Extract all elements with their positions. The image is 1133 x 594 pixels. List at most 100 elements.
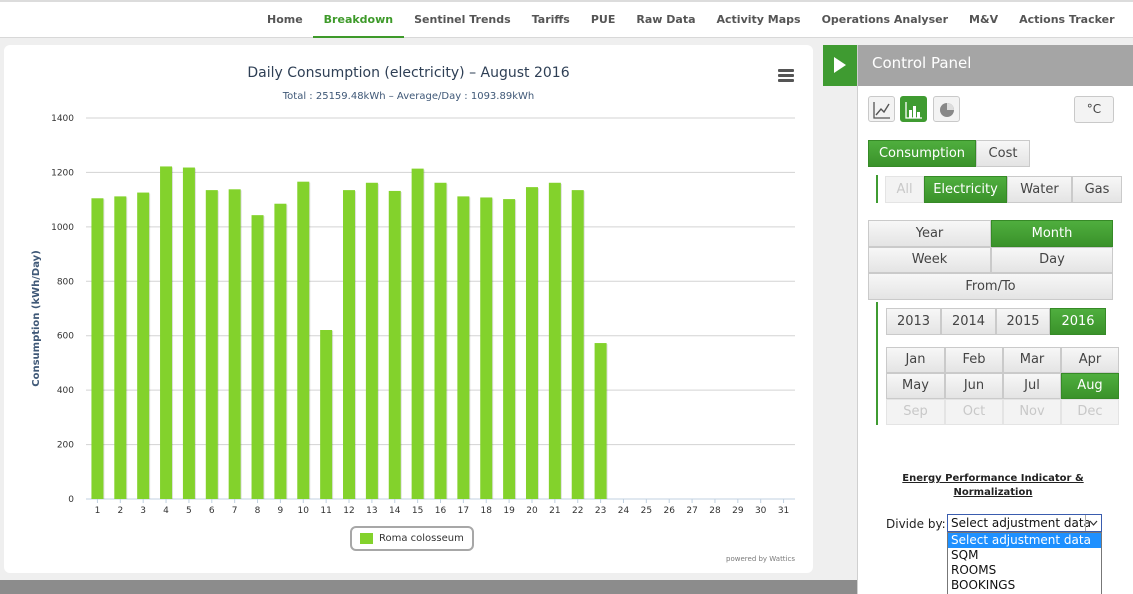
y-tick-label: 0 <box>68 495 74 505</box>
nav-pue[interactable]: PUE <box>580 5 626 38</box>
x-tick-label: 24 <box>618 506 630 516</box>
epi-title[interactable]: Energy Performance Indicator & Normaliza… <box>898 472 1088 500</box>
tab-gas[interactable]: Gas <box>1072 176 1122 203</box>
bar <box>594 343 607 499</box>
x-tick-label: 22 <box>572 506 583 516</box>
nav-activity-maps[interactable]: Activity Maps <box>706 5 811 38</box>
x-tick-label: 16 <box>435 506 447 516</box>
play-icon <box>834 57 846 73</box>
x-tick-label: 17 <box>458 506 469 516</box>
bar-chart-button[interactable] <box>900 96 927 122</box>
month-jun-button[interactable]: Jun <box>945 373 1003 399</box>
utility-indicator-line <box>876 175 878 203</box>
y-axis-title: Consumption (kWh/Day) <box>31 250 42 387</box>
bar <box>160 166 173 499</box>
adjustment-dropdown: Select adjustment data SQM ROOMS BOOKING… <box>947 532 1102 594</box>
period-day-button[interactable]: Day <box>991 247 1113 273</box>
tab-electricity[interactable]: Electricity <box>924 176 1007 203</box>
main-nav: Home Breakdown Sentinel Trends Tariffs P… <box>256 5 1125 38</box>
nav-home[interactable]: Home <box>256 5 313 38</box>
tab-water[interactable]: Water <box>1007 176 1072 203</box>
x-tick-label: 25 <box>641 506 652 516</box>
dropdown-option[interactable]: Select adjustment data <box>948 533 1101 548</box>
legend-label: Roma colosseum <box>379 533 464 544</box>
chart-title: Daily Consumption (electricity) – August… <box>247 65 570 81</box>
period-year-button[interactable]: Year <box>868 220 991 247</box>
bar <box>571 190 584 499</box>
year-2013-button[interactable]: 2013 <box>886 308 941 335</box>
chevron-down-icon[interactable] <box>1085 515 1101 531</box>
bar <box>137 192 150 499</box>
x-tick-label: 30 <box>755 506 767 516</box>
bar-chart-icon <box>905 102 922 119</box>
month-may-button[interactable]: May <box>886 373 945 399</box>
x-tick-label: 2 <box>117 506 123 516</box>
adjustment-data-select[interactable]: Select adjustment data <box>947 514 1102 532</box>
x-tick-label: 21 <box>549 506 560 516</box>
bar <box>503 199 516 499</box>
epi-title-line-1: Energy Performance Indicator & <box>902 473 1084 484</box>
period-month-button[interactable]: Month <box>991 220 1113 247</box>
nav-sentinel-trends[interactable]: Sentinel Trends <box>404 5 522 38</box>
period-week-button[interactable]: Week <box>868 247 991 273</box>
dropdown-option[interactable]: ROOMS <box>948 563 1101 578</box>
month-jul-button[interactable]: Jul <box>1003 373 1061 399</box>
x-tick-label: 18 <box>481 506 493 516</box>
y-tick-label: 600 <box>57 332 74 342</box>
month-jan-button[interactable]: Jan <box>886 347 945 373</box>
y-tick-label: 1400 <box>51 114 74 124</box>
month-feb-button[interactable]: Feb <box>945 347 1003 373</box>
period-from-to-button[interactable]: From/To <box>868 273 1113 300</box>
x-tick-label: 8 <box>255 506 261 516</box>
nav-actions-tracker[interactable]: Actions Tracker <box>1009 5 1125 38</box>
chart-card: 0 200 400 600 800 1000 1200 1400 Consumption (kW… <box>4 45 813 573</box>
x-tick-label: 31 <box>778 506 789 516</box>
epi-title-line-2: Normalization <box>953 487 1033 498</box>
year-2014-button[interactable]: 2014 <box>941 308 996 335</box>
x-tick-label: 11 <box>320 506 331 516</box>
nav-mv[interactable]: M&V <box>959 5 1009 38</box>
month-aug-button[interactable]: Aug <box>1061 373 1119 399</box>
nav-raw-data[interactable]: Raw Data <box>626 5 706 38</box>
year-2015-button[interactable]: 2015 <box>996 308 1050 335</box>
temperature-unit-button[interactable]: °C <box>1074 96 1114 123</box>
y-tick-label: 200 <box>57 441 74 451</box>
nav-breakdown[interactable]: Breakdown <box>313 5 404 38</box>
bar <box>365 182 378 499</box>
line-chart-button[interactable] <box>868 96 895 122</box>
month-mar-button[interactable]: Mar <box>1003 347 1061 373</box>
x-tick-label: 12 <box>343 506 354 516</box>
tab-consumption[interactable]: Consumption <box>868 140 976 167</box>
footer-bar <box>0 580 858 594</box>
month-nov-button: Nov <box>1003 399 1061 425</box>
tab-cost[interactable]: Cost <box>976 140 1030 167</box>
tab-all[interactable]: All <box>885 176 924 203</box>
top-navigation-bar: Home Breakdown Sentinel Trends Tariffs P… <box>0 0 1133 38</box>
control-panel-toggle[interactable] <box>823 45 857 86</box>
bar <box>251 215 264 499</box>
chart-legend[interactable]: Roma colosseum <box>350 526 474 551</box>
year-2016-button[interactable]: 2016 <box>1050 308 1106 335</box>
dropdown-option[interactable]: SQM <box>948 548 1101 563</box>
bar <box>343 190 356 499</box>
y-tick-label: 800 <box>57 277 74 287</box>
chart-menu-icon[interactable] <box>778 69 794 83</box>
bar <box>548 182 561 499</box>
x-tick-label: 28 <box>709 506 721 516</box>
x-tick-label: 6 <box>209 506 215 516</box>
date-indicator-line <box>876 302 878 425</box>
pie-chart-button[interactable] <box>933 96 960 122</box>
nav-tariffs[interactable]: Tariffs <box>521 5 580 38</box>
month-apr-button[interactable]: Apr <box>1061 347 1119 373</box>
dropdown-option[interactable]: BOOKINGS <box>948 578 1101 593</box>
x-tick-label: 10 <box>298 506 310 516</box>
x-tick-label: 3 <box>140 506 146 516</box>
y-tick-label: 1200 <box>51 168 74 178</box>
month-oct-button: Oct <box>945 399 1003 425</box>
nav-operations-analyser[interactable]: Operations Analyser <box>811 5 958 38</box>
bar <box>205 190 218 499</box>
line-chart-icon <box>873 102 890 119</box>
top-border <box>0 0 1133 2</box>
bar <box>274 203 287 499</box>
x-tick-label: 29 <box>732 506 744 516</box>
